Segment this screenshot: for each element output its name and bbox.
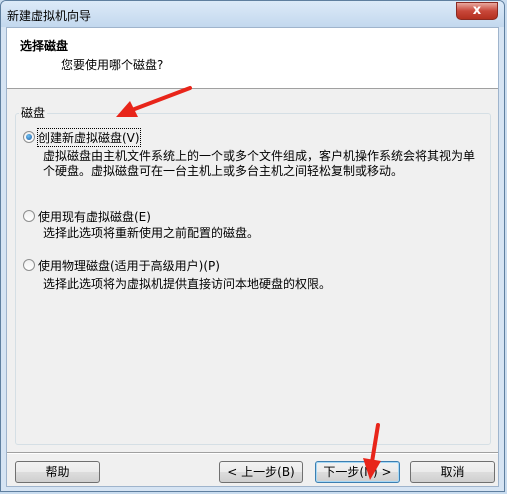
close-icon: x [472, 3, 482, 18]
radio-create-new-disk[interactable] [23, 131, 35, 143]
option-use-existing-disk-desc: 选择此选项将重新使用之前配置的磁盘。 [43, 226, 260, 240]
option-create-new-disk-desc-line1: 虚拟磁盘由主机文件系统上的一个或多个文件组成，客户机操作系统会将其视为单 [43, 149, 476, 163]
page-subtitle: 您要使用哪个磁盘? [61, 58, 164, 72]
page-title: 选择磁盘 [20, 39, 69, 53]
option-create-new-disk-desc-line2: 个硬盘。虚拟磁盘可在一台主机上或多台主机之间轻松复制或移动。 [43, 164, 404, 178]
radio-use-existing-disk[interactable] [23, 210, 35, 222]
cancel-button[interactable]: 取消 [410, 461, 495, 483]
option-use-physical-disk-label[interactable]: 使用物理磁盘(适用于高级用户)(P) [38, 257, 220, 274]
option-use-existing-disk-label[interactable]: 使用现有虚拟磁盘(E) [38, 208, 151, 225]
option-create-new-disk-label[interactable]: 创建新虚拟磁盘(V) [37, 128, 141, 147]
button-separator [7, 452, 498, 454]
back-button[interactable]: < 上一步(B) [219, 461, 303, 483]
wizard-client-area: 选择磁盘 您要使用哪个磁盘? 磁盘 创建新虚拟磁盘(V) 虚拟磁盘由主机文件系统… [6, 27, 499, 487]
disk-group-label: 磁盘 [19, 104, 48, 121]
help-button[interactable]: 帮助 [15, 461, 100, 483]
close-button[interactable]: x [456, 2, 498, 20]
next-button[interactable]: 下一步(N) > [315, 461, 400, 483]
title-bar[interactable]: 新建虚拟机向导 x [1, 1, 504, 27]
wizard-header: 选择磁盘 您要使用哪个磁盘? [7, 28, 498, 89]
wizard-window: 新建虚拟机向导 x 选择磁盘 您要使用哪个磁盘? 磁盘 创建新虚拟磁盘(V) 虚… [0, 0, 505, 492]
option-use-physical-disk-desc: 选择此选项将为虚拟机提供直接访问本地硬盘的权限。 [43, 277, 332, 291]
window-title: 新建虚拟机向导 [7, 9, 92, 23]
radio-use-physical-disk[interactable] [23, 259, 35, 271]
